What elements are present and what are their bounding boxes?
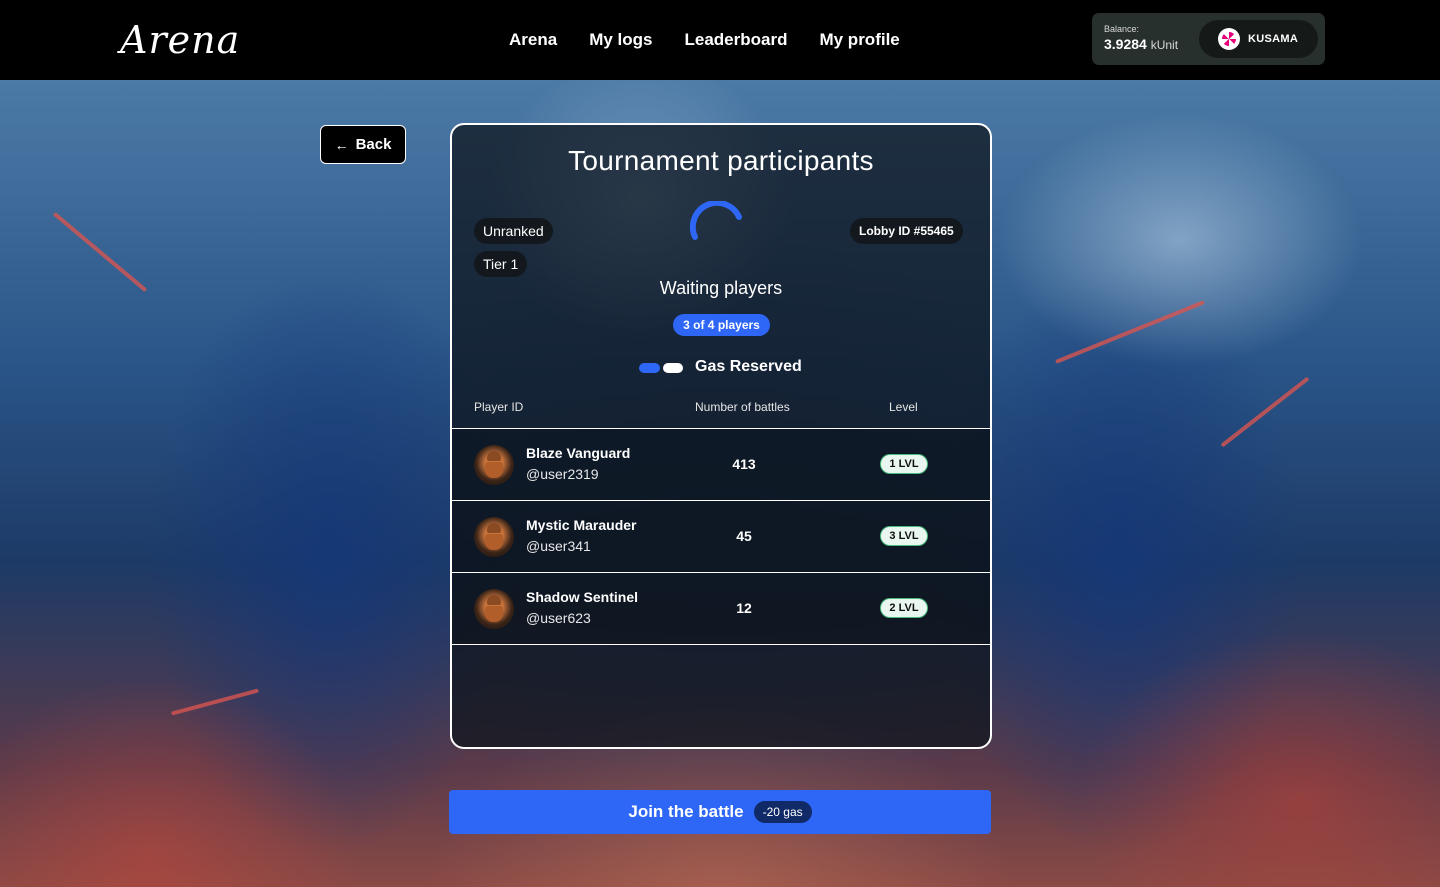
balance-value: 3.9284 kUnit bbox=[1104, 36, 1178, 52]
nav-leaderboard[interactable]: Leaderboard bbox=[684, 30, 787, 50]
back-button[interactable]: ← Back bbox=[320, 125, 406, 164]
table-row[interactable]: Shadow Sentinel @user623 12 2 LVL bbox=[452, 572, 990, 645]
balance-amount: 3.9284 bbox=[1104, 36, 1147, 52]
lobby-id-badge: Lobby ID #55465 bbox=[850, 218, 963, 244]
tier-badge: Tier 1 bbox=[474, 251, 528, 277]
battle-count: 413 bbox=[732, 456, 756, 472]
column-header-battles: Number of battles bbox=[695, 400, 790, 414]
panel-title: Tournament participants bbox=[568, 145, 874, 176]
column-header-level: Level bbox=[889, 400, 918, 414]
nav-my-profile[interactable]: My profile bbox=[819, 30, 899, 50]
nav-arena[interactable]: Arena bbox=[509, 30, 557, 50]
battle-count: 45 bbox=[736, 528, 752, 544]
arena-logo[interactable]: Arena bbox=[120, 18, 240, 62]
avatar bbox=[474, 589, 514, 629]
arrow-left-icon: ← bbox=[334, 136, 349, 153]
network-name: KUSAMA bbox=[1248, 33, 1299, 45]
loading-spinner-icon bbox=[690, 201, 742, 240]
avatar bbox=[474, 445, 514, 485]
level-badge: 1 LVL bbox=[880, 454, 928, 474]
background-streak bbox=[1055, 300, 1205, 364]
balance-label: Balance: bbox=[1104, 24, 1140, 34]
player-username: @user2319 bbox=[526, 466, 599, 482]
background-streak bbox=[1220, 376, 1310, 448]
table-row[interactable]: Mystic Marauder @user341 45 3 LVL bbox=[452, 500, 990, 572]
background-streak bbox=[52, 211, 148, 293]
mode-badge: Unranked bbox=[474, 218, 553, 244]
toggle-segment-on bbox=[639, 363, 660, 373]
kusama-icon bbox=[1218, 28, 1240, 50]
level-badge: 3 LVL bbox=[880, 526, 928, 546]
background-streak bbox=[171, 688, 259, 716]
battle-count: 12 bbox=[736, 600, 752, 616]
table-row[interactable]: Blaze Vanguard @user2319 413 1 LVL bbox=[452, 428, 990, 500]
player-count-badge: 3 of 4 players bbox=[673, 314, 770, 336]
back-button-label: Back bbox=[355, 136, 392, 153]
join-button-label: Join the battle bbox=[628, 802, 744, 821]
player-name: Mystic Marauder bbox=[526, 517, 637, 533]
tournament-panel: Tournament participants Unranked Tier 1 … bbox=[450, 123, 992, 749]
top-nav-bar: Arena Arena My logs Leaderboard My profi… bbox=[0, 0, 1440, 80]
column-header-player: Player ID bbox=[474, 400, 524, 414]
gas-cost-badge: -20 gas bbox=[753, 801, 812, 823]
player-name: Blaze Vanguard bbox=[526, 445, 631, 461]
level-badge: 2 LVL bbox=[880, 598, 928, 618]
avatar bbox=[474, 517, 514, 557]
wallet-balance-panel: Balance: 3.9284 kUnit KUSAMA bbox=[1092, 13, 1325, 65]
player-name: Shadow Sentinel bbox=[526, 589, 639, 605]
main-nav: Arena My logs Leaderboard My profile bbox=[509, 30, 900, 50]
network-selector-button[interactable]: KUSAMA bbox=[1199, 20, 1318, 58]
join-battle-button[interactable]: Join the battle -20 gas bbox=[449, 790, 991, 834]
gas-reserved-label: Gas Reserved bbox=[695, 358, 802, 375]
participants-table: Blaze Vanguard @user2319 413 1 LVL Mysti… bbox=[452, 428, 990, 645]
nav-my-logs[interactable]: My logs bbox=[589, 30, 652, 50]
gas-reserved-toggle[interactable] bbox=[639, 363, 683, 373]
page: Arena Arena My logs Leaderboard My profi… bbox=[0, 0, 1440, 887]
waiting-status: Waiting players bbox=[659, 278, 783, 298]
balance-unit: kUnit bbox=[1150, 38, 1179, 52]
player-username: @user341 bbox=[526, 538, 591, 554]
toggle-segment-off bbox=[662, 363, 683, 373]
player-username: @user623 bbox=[526, 610, 591, 626]
